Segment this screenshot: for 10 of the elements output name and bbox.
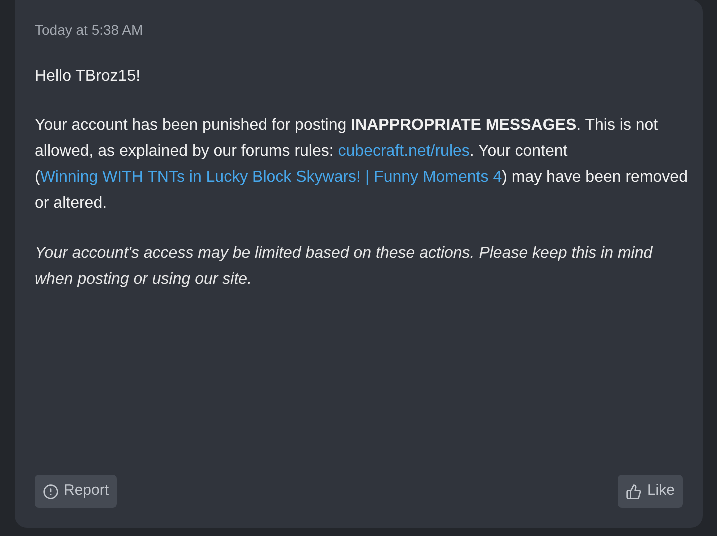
link[interactable]: Winning WITH TNTs in Lucky Block Skywars! | Funny Moments 4 <box>40 169 502 186</box>
notice-paragraph: Your account's access may be limited based on these actions. Please keep this in mind when posting or using our site. <box>35 244 654 290</box>
like-button[interactable]: Like <box>618 475 683 508</box>
timestamp: Today at 5:38 AM <box>35 21 144 40</box>
alert-circle-icon <box>43 484 59 500</box>
thumbs-up-icon <box>626 484 642 500</box>
report-button[interactable]: Report <box>35 475 118 508</box>
greeting: Hello TBroz15! <box>35 67 141 87</box>
message-paragraph: Your account has been punished for posting INAPPROPRIATE MESSAGES. This is not allowed, as explained by our forums rules: cubecraft.net/rules. Your content (Winning WITH TNTs in Lucky Block Skywars! | Funny Moments 4) may have been removed or altered. <box>35 116 689 214</box>
link[interactable]: cubecraft.net/rules <box>338 143 470 160</box>
